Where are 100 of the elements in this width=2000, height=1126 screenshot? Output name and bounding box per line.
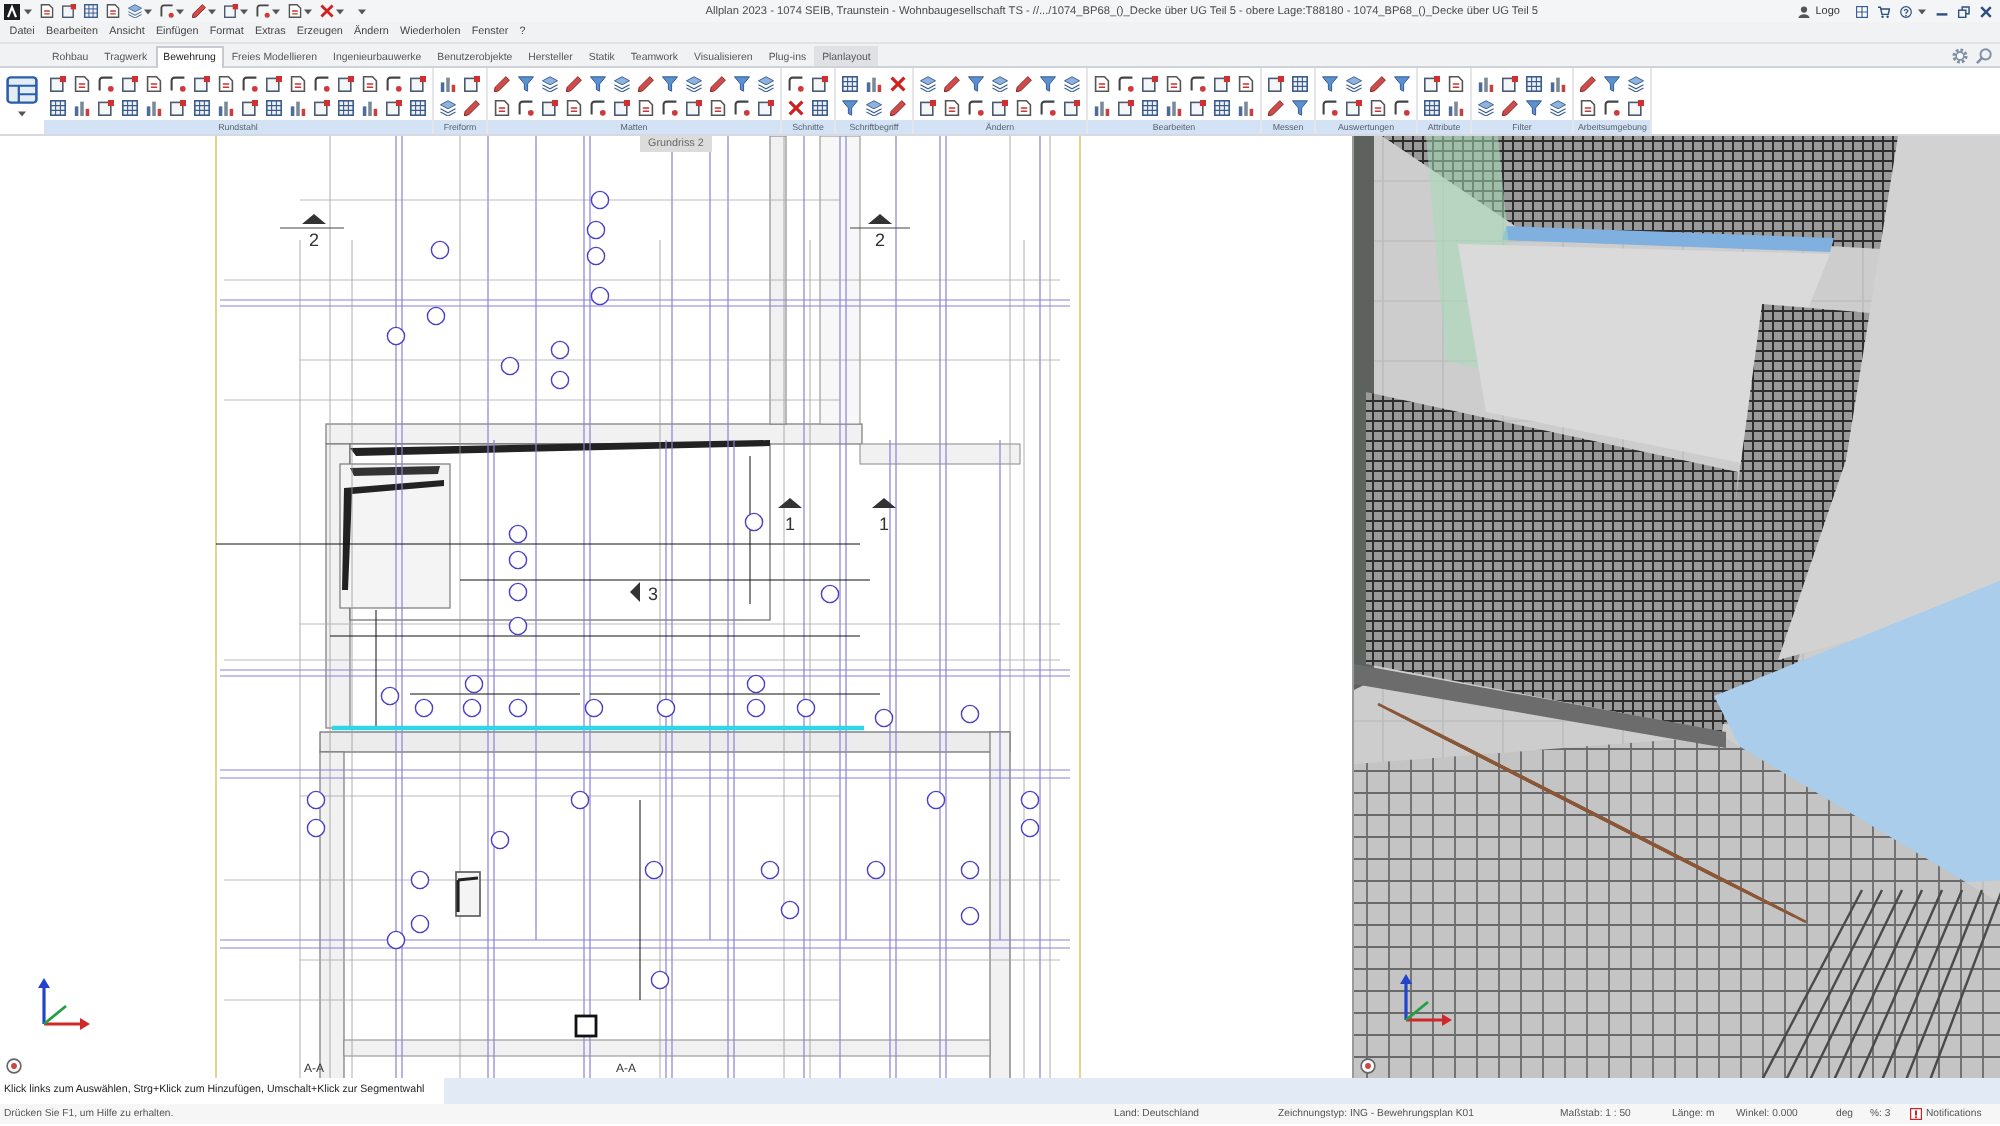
grid-icon[interactable] [1142,100,1158,116]
funnel-icon[interactable] [518,76,534,92]
frame-icon[interactable] [242,100,258,116]
caret-icon[interactable] [144,7,152,15]
caret-icon[interactable] [208,7,216,15]
hook-icon[interactable] [1190,76,1206,92]
frame-icon[interactable] [1190,100,1206,116]
hook-icon[interactable] [1040,100,1056,116]
frame-icon[interactable] [1118,100,1134,116]
caret-icon[interactable] [18,110,26,118]
funnel-icon[interactable] [842,100,858,116]
funnel-icon[interactable] [1040,76,1056,92]
sheet-icon[interactable] [40,4,54,18]
frame-icon[interactable] [386,100,402,116]
bars-icon[interactable] [218,100,234,116]
bars-icon[interactable] [146,100,162,116]
sheet-icon[interactable] [146,76,162,92]
window-icon[interactable] [6,76,38,104]
bars-icon[interactable] [1478,76,1494,92]
funnel-icon[interactable] [1604,76,1621,92]
frame-icon[interactable] [266,76,282,92]
hook-icon[interactable] [242,76,258,92]
grid-icon[interactable] [1526,76,1542,92]
sheet-icon[interactable] [290,76,306,92]
bars-icon[interactable] [1166,100,1182,116]
grid-icon[interactable] [266,100,282,116]
sheet-icon[interactable] [1580,100,1597,116]
close-icon[interactable] [1980,5,1992,17]
frame-icon[interactable] [194,76,210,92]
cross-icon[interactable] [890,76,906,92]
caret-icon[interactable] [304,7,312,15]
caret-icon[interactable] [1918,7,1926,15]
pencil-icon[interactable] [638,76,654,92]
grid-icon[interactable] [842,76,858,92]
cross-icon[interactable] [788,100,804,116]
hook-icon[interactable] [734,100,750,116]
sheet-icon[interactable] [710,100,726,116]
cart-icon[interactable] [1878,5,1890,17]
pencil-icon[interactable] [890,100,906,116]
target-icon[interactable] [7,1059,21,1073]
app-logo-icon[interactable] [4,3,20,19]
grid-icon[interactable] [50,100,66,116]
caret-icon[interactable] [176,7,184,15]
hook-icon[interactable] [98,76,114,92]
hook-icon[interactable] [256,4,270,18]
hook-icon[interactable] [386,76,402,92]
notification-icon[interactable] [1910,1108,1922,1120]
bars-icon[interactable] [440,76,456,92]
sheet-icon[interactable] [1448,76,1464,92]
grid-icon[interactable] [338,100,354,116]
hook-icon[interactable] [662,100,678,116]
layers-icon[interactable] [128,4,142,18]
grid-icon[interactable] [84,4,98,18]
layers-icon[interactable] [866,100,882,116]
settings-icon[interactable] [1952,47,1968,63]
frame-icon[interactable] [1142,76,1158,92]
frame-icon[interactable] [122,76,138,92]
funnel-icon[interactable] [734,76,750,92]
pencil-icon[interactable] [1016,76,1032,92]
sheet-icon[interactable] [106,4,120,18]
hook-icon[interactable] [968,100,984,116]
hook-icon[interactable] [1394,100,1410,116]
frame-icon[interactable] [314,100,330,116]
frame-icon[interactable] [1268,76,1284,92]
layers-icon[interactable] [686,76,702,92]
funnel-icon[interactable] [1526,100,1542,116]
bars-icon[interactable] [1094,100,1110,116]
pencil-icon[interactable] [944,76,960,92]
layers-icon[interactable] [542,76,558,92]
sheet-icon[interactable] [638,100,654,116]
hook-icon[interactable] [160,4,174,18]
caret-icon[interactable] [24,7,32,15]
layers-icon[interactable] [1478,100,1494,116]
restore-icon[interactable] [1958,5,1970,17]
hook-icon[interactable] [314,76,330,92]
grid-icon[interactable] [122,100,138,116]
hook-icon[interactable] [788,76,804,92]
pencil-icon[interactable] [710,76,726,92]
pencil-icon[interactable] [192,4,206,18]
frame-icon[interactable] [920,100,936,116]
caret-icon[interactable] [336,7,344,15]
layers-icon[interactable] [1550,100,1566,116]
pencil-icon[interactable] [1268,100,1284,116]
sheet-icon[interactable] [362,76,378,92]
frame-icon[interactable] [98,100,114,116]
hook-icon[interactable] [1322,100,1338,116]
layers-icon[interactable] [614,76,630,92]
frame-icon[interactable] [1628,100,1645,116]
frame-icon[interactable] [1214,76,1230,92]
sheet-icon[interactable] [1238,76,1254,92]
frame-icon[interactable] [614,100,630,116]
sheet-icon[interactable] [1166,76,1182,92]
user-icon[interactable] [1797,5,1810,17]
sheet-icon[interactable] [1094,76,1110,92]
sheet-icon[interactable] [288,4,302,18]
frame-icon[interactable] [410,76,426,92]
pencil-icon[interactable] [1580,76,1597,92]
grid-icon[interactable] [1292,76,1308,92]
target-icon[interactable] [1361,1059,1375,1073]
hook-icon[interactable] [1604,100,1621,116]
